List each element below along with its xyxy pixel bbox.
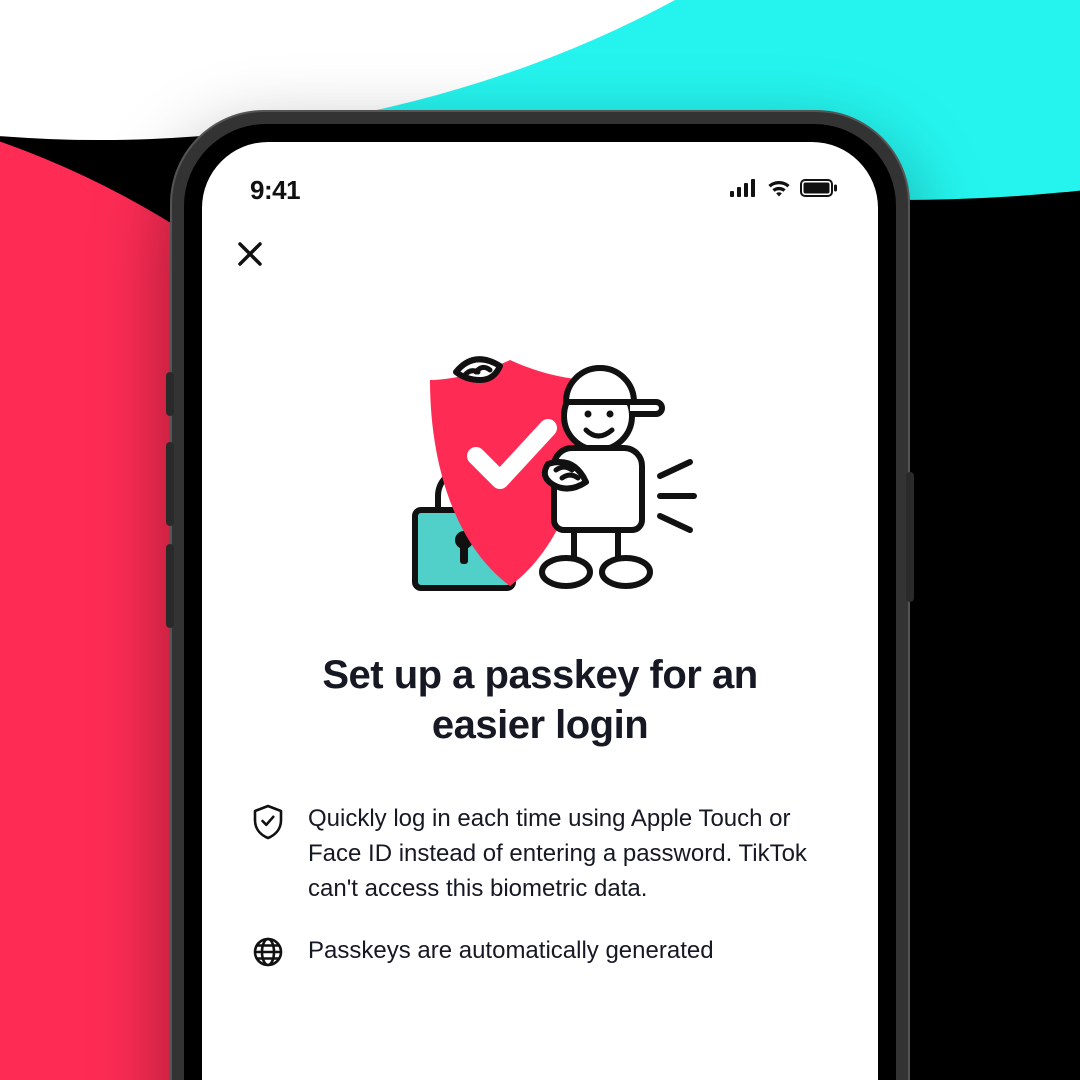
page-content: Set up a passkey for an easier login Qui… (202, 276, 878, 973)
bullet-text: Passkeys are automatically generated (308, 934, 714, 969)
promo-canvas: 9:41 (0, 0, 1080, 1080)
battery-icon (800, 179, 838, 202)
bullet-quick-login: Quickly log in each time using Apple Tou… (252, 802, 828, 906)
phone-power-button (906, 472, 914, 602)
phone-mute-switch (166, 372, 174, 416)
bullet-text: Quickly log in each time using Apple Tou… (308, 802, 828, 906)
close-button[interactable] (230, 236, 270, 276)
passkey-illustration (252, 336, 828, 616)
bullet-auto-generated: Passkeys are automatically generated (252, 934, 828, 973)
phone-volume-up (166, 442, 174, 526)
phone-frame: 9:41 (172, 112, 908, 1080)
shield-check-icon (252, 804, 286, 845)
phone-screen: 9:41 (202, 142, 878, 1080)
status-bar: 9:41 (202, 142, 878, 220)
phone-bezel: 9:41 (184, 124, 896, 1080)
wifi-icon (766, 179, 792, 202)
nav-bar (202, 220, 878, 276)
cellular-icon (730, 179, 758, 202)
globe-icon (252, 936, 286, 973)
status-time: 9:41 (250, 175, 300, 206)
status-icons (730, 179, 838, 202)
page-title: Set up a passkey for an easier login (262, 650, 818, 750)
phone-volume-down (166, 544, 174, 628)
close-icon (235, 239, 265, 274)
